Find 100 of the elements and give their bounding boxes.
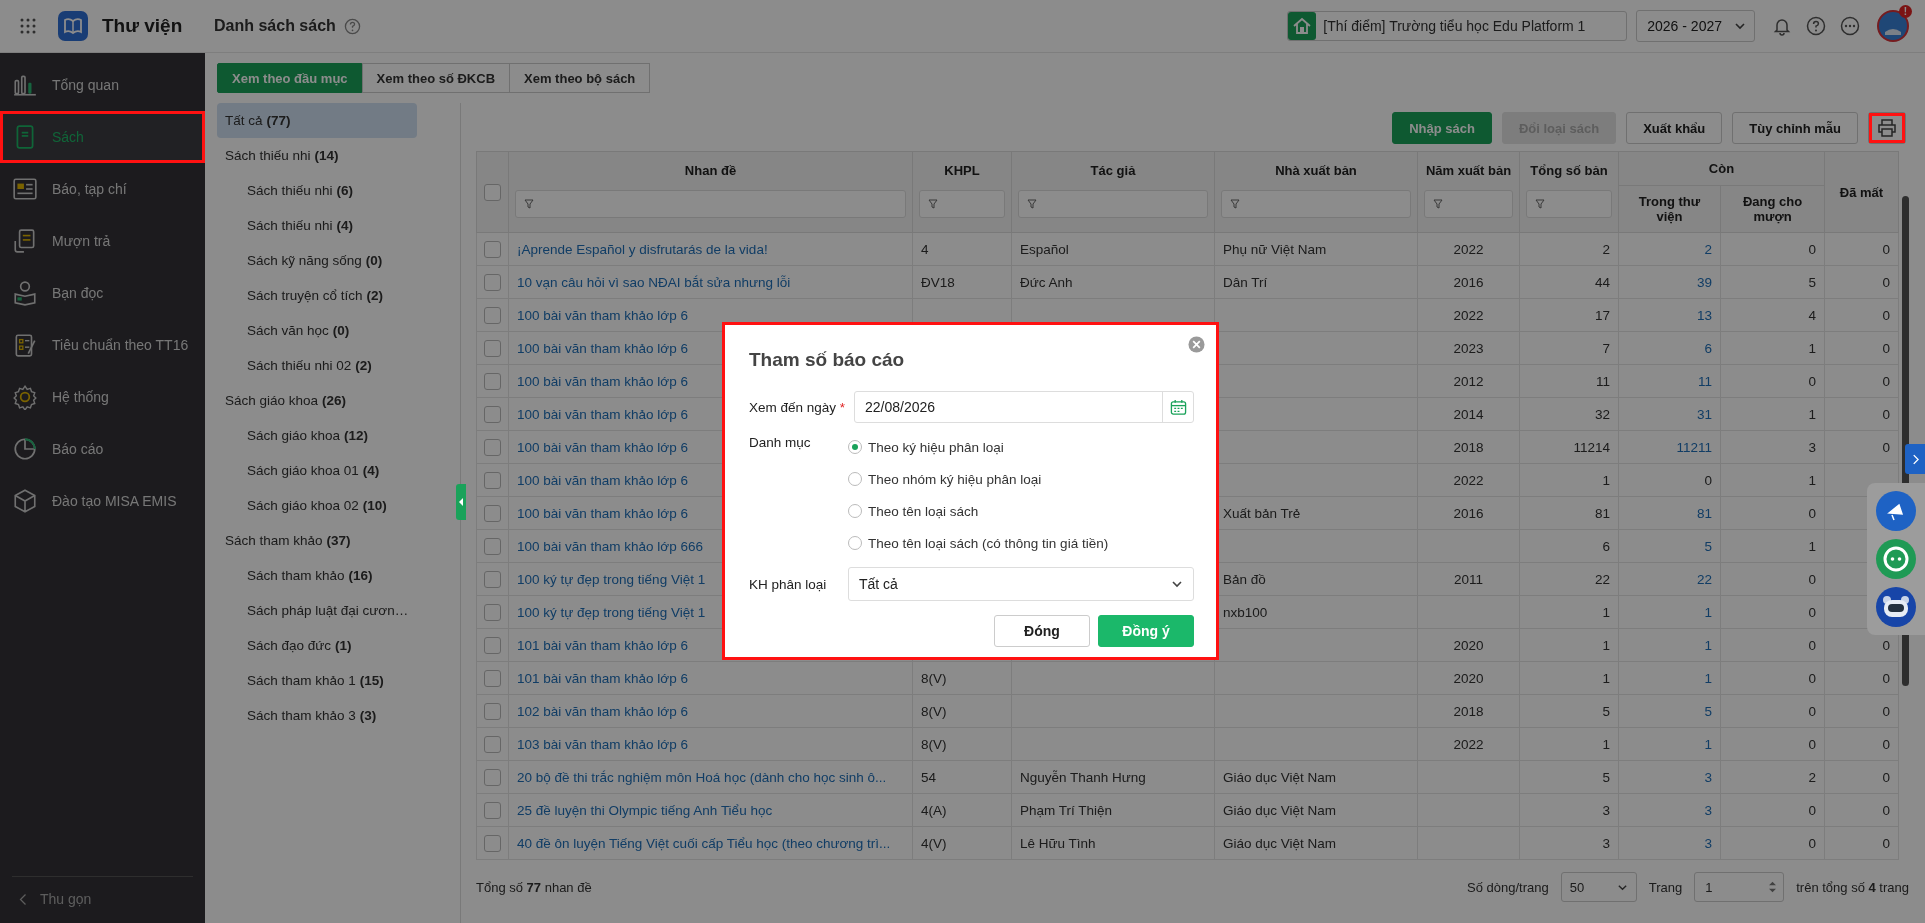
count-link[interactable]: 31: [1696, 406, 1712, 422]
row-checkbox[interactable]: [484, 438, 501, 456]
chat-button-icon[interactable]: [1876, 539, 1916, 579]
print-button[interactable]: [1868, 112, 1906, 144]
more-icon[interactable]: [1840, 16, 1860, 36]
spinner-arrows-icon[interactable]: [1768, 880, 1778, 894]
count-link[interactable]: 1: [1704, 604, 1712, 620]
count-link[interactable]: 3: [1704, 835, 1712, 851]
row-checkbox[interactable]: [484, 768, 501, 786]
radio-option[interactable]: Theo nhóm ký hiệu phân loại: [848, 463, 1194, 495]
filter-field[interactable]: [1018, 190, 1208, 218]
radio-option[interactable]: Theo tên loại sách (có thông tin giá tiền): [848, 527, 1194, 559]
toolbar-button[interactable]: Nhập sách: [1392, 112, 1492, 144]
row-checkbox[interactable]: [484, 702, 501, 720]
sidebar-item[interactable]: Mượn trả: [0, 215, 205, 267]
tree-item[interactable]: Sách kỹ năng sống (0): [217, 243, 417, 278]
row-checkbox[interactable]: [484, 801, 501, 819]
dialog-button[interactable]: Đóng: [994, 615, 1090, 647]
title-link[interactable]: 100 ký tự đẹp trong tiếng Việt 1: [517, 571, 706, 587]
collapse-button[interactable]: Thu gọn: [12, 876, 193, 923]
title-link[interactable]: 100 bài văn tham khảo lớp 6: [517, 373, 688, 389]
row-checkbox[interactable]: [484, 471, 501, 489]
row-checkbox[interactable]: [484, 669, 501, 687]
page-size-select[interactable]: 50: [1560, 872, 1637, 902]
count-link[interactable]: 2: [1704, 241, 1712, 257]
count-link[interactable]: 1: [1704, 637, 1712, 653]
filter-field[interactable]: [1424, 190, 1513, 218]
view-tab[interactable]: Xem theo số ĐKCB: [361, 63, 511, 93]
title-link[interactable]: 100 bài văn tham khảo lớp 6: [517, 307, 688, 323]
tree-item[interactable]: Sách giáo khoa (12): [217, 418, 417, 453]
count-link[interactable]: 5: [1704, 538, 1712, 554]
select-all-checkbox[interactable]: [484, 183, 501, 201]
tree-item[interactable]: Sách giáo khoa (26): [217, 383, 417, 418]
sidebar-item[interactable]: Hệ thống: [0, 371, 205, 423]
tree-item[interactable]: Sách thiếu nhi (6): [217, 173, 417, 208]
count-link[interactable]: 1: [1704, 670, 1712, 686]
filter-field[interactable]: [919, 190, 1005, 218]
count-link[interactable]: 11211: [1676, 439, 1712, 455]
filter-field[interactable]: [1526, 190, 1612, 218]
tree-item[interactable]: Sách pháp luật đại cươn…: [217, 593, 417, 628]
sidebar-item[interactable]: Sách: [0, 111, 205, 163]
toolbar-button[interactable]: Tùy chỉnh mẫu: [1732, 112, 1858, 144]
close-icon[interactable]: [1188, 336, 1205, 353]
sidebar-item[interactable]: Tiêu chuẩn theo TT16: [0, 319, 205, 371]
count-link[interactable]: 39: [1696, 274, 1712, 290]
title-link[interactable]: 101 bài văn tham khảo lớp 6: [517, 670, 688, 686]
row-checkbox[interactable]: [484, 339, 501, 357]
tree-item[interactable]: Sách truyện cổ tích (2): [217, 278, 417, 313]
count-link[interactable]: 6: [1704, 340, 1712, 356]
school-year-select[interactable]: 2026 - 2027: [1636, 10, 1755, 42]
title-link[interactable]: 101 bài văn tham khảo lớp 6: [517, 637, 688, 653]
row-checkbox[interactable]: [484, 636, 501, 654]
tree-item[interactable]: Sách thiếu nhi (14): [217, 138, 417, 173]
help-icon[interactable]: [343, 17, 361, 35]
sidebar-item[interactable]: Báo cáo: [0, 423, 205, 475]
classification-select[interactable]: Tất cả: [848, 567, 1194, 601]
avatar[interactable]: [1877, 10, 1909, 42]
sidebar-item[interactable]: Báo, tạp chí: [0, 163, 205, 215]
title-link[interactable]: 100 bài văn tham khảo lớp 666: [517, 538, 703, 554]
page-input[interactable]: 1: [1694, 872, 1785, 902]
tree-item[interactable]: Sách giáo khoa 01 (4): [217, 453, 417, 488]
tree-item[interactable]: Sách tham khảo 3 (3): [217, 698, 417, 733]
row-checkbox[interactable]: [484, 570, 501, 588]
row-checkbox[interactable]: [484, 603, 501, 621]
bell-icon[interactable]: [1772, 16, 1792, 36]
title-link[interactable]: 102 bài văn tham khảo lớp 6: [517, 703, 688, 719]
radio-option[interactable]: Theo tên loại sách: [848, 495, 1194, 527]
count-link[interactable]: 5: [1704, 703, 1712, 719]
tree-item[interactable]: Sách thiếu nhi (4): [217, 208, 417, 243]
row-checkbox[interactable]: [484, 834, 501, 852]
filter-field[interactable]: [515, 190, 906, 218]
help-icon[interactable]: [1806, 16, 1826, 36]
title-link[interactable]: 103 bài văn tham khảo lớp 6: [517, 736, 688, 752]
row-checkbox[interactable]: [484, 273, 501, 291]
expand-tab[interactable]: [1905, 444, 1925, 474]
row-checkbox[interactable]: [484, 504, 501, 522]
title-link[interactable]: 100 bài văn tham khảo lớp 6: [517, 472, 688, 488]
row-checkbox[interactable]: [484, 240, 501, 258]
view-tab[interactable]: Xem theo đầu mục: [217, 63, 363, 93]
count-link[interactable]: 22: [1696, 571, 1712, 587]
date-field[interactable]: 22/08/2026: [854, 391, 1194, 423]
robot-button-icon[interactable]: [1876, 587, 1916, 627]
title-link[interactable]: 100 bài văn tham khảo lớp 6: [517, 505, 688, 521]
count-link[interactable]: 13: [1696, 307, 1712, 323]
row-checkbox[interactable]: [484, 537, 501, 555]
view-tab[interactable]: Xem theo bộ sách: [509, 63, 651, 93]
tree-item[interactable]: Sách thiếu nhi 02 (2): [217, 348, 417, 383]
tree-item[interactable]: Tất cả (77): [217, 103, 417, 138]
tree-item[interactable]: Sách văn học (0): [217, 313, 417, 348]
sidebar-item[interactable]: Đào tạo MISA EMIS: [0, 475, 205, 527]
collapse-tab[interactable]: [456, 484, 466, 520]
tree-item[interactable]: Sách tham khảo (37): [217, 523, 417, 558]
count-link[interactable]: 3: [1704, 802, 1712, 818]
tree-item[interactable]: Sách tham khảo (16): [217, 558, 417, 593]
title-link[interactable]: 100 bài văn tham khảo lớp 6: [517, 439, 688, 455]
sidebar-item[interactable]: Tổng quan: [0, 59, 205, 111]
tree-item[interactable]: Sách đạo đức (1): [217, 628, 417, 663]
count-link[interactable]: 81: [1696, 505, 1712, 521]
megaphone-button-icon[interactable]: [1876, 491, 1916, 531]
count-link[interactable]: 11: [1698, 373, 1712, 389]
